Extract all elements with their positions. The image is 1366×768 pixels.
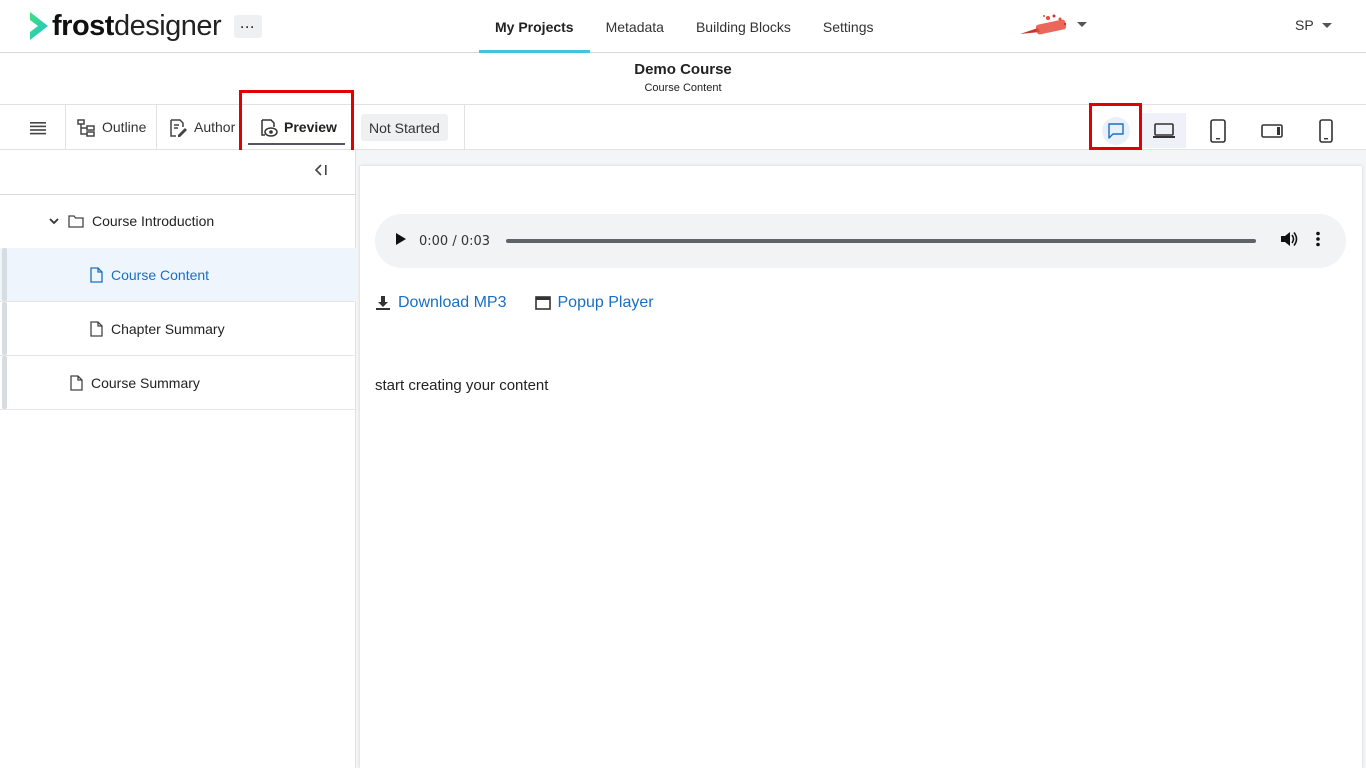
audio-links: Download MP3 Popup Player <box>375 294 654 312</box>
tree-item-bar <box>2 302 7 355</box>
more-vertical-icon[interactable] <box>1316 231 1320 252</box>
device-tablet-landscape-button[interactable] <box>1250 113 1294 148</box>
popup-player-link[interactable]: Popup Player <box>534 294 654 312</box>
phone-icon <box>1319 118 1333 143</box>
tab-outline-label: Outline <box>102 119 147 135</box>
nav-settings[interactable]: Settings <box>807 0 890 53</box>
collapse-sidebar-button[interactable] <box>313 163 329 180</box>
frost-chevron-icon <box>30 12 48 40</box>
course-title-bar: Demo Course Course Content <box>0 53 1366 105</box>
tab-outline[interactable]: Outline <box>66 105 158 150</box>
organization-logo[interactable] <box>1018 10 1074 38</box>
tree-item-label: Course Summary <box>91 374 200 391</box>
user-menu[interactable]: SP <box>1295 17 1332 33</box>
device-laptop-button[interactable] <box>1142 113 1186 148</box>
tree-item-bar <box>2 248 7 301</box>
popup-window-icon <box>534 296 551 310</box>
tree-item-course-introduction[interactable]: Course Introduction <box>0 194 356 248</box>
page-icon <box>90 266 103 283</box>
org-dropdown-caret-icon[interactable] <box>1077 22 1087 27</box>
folder-icon <box>68 214 84 228</box>
page-icon <box>70 374 83 391</box>
frost-designer-logo[interactable]: frostdesigner <box>28 8 222 44</box>
volume-icon[interactable] <box>1280 231 1298 252</box>
tablet-icon <box>1210 118 1226 143</box>
hamburger-icon <box>29 121 46 134</box>
nav-metadata[interactable]: Metadata <box>590 0 680 53</box>
tree-item-course-content[interactable]: Course Content <box>0 248 356 302</box>
logo-text: frostdesigner <box>52 10 222 42</box>
nav-my-projects[interactable]: My Projects <box>479 0 590 53</box>
menu-toggle-button[interactable] <box>10 105 66 150</box>
audio-time: 0:00 / 0:03 <box>419 233 491 249</box>
audio-player[interactable]: 0:00 / 0:03 <box>375 214 1346 268</box>
tree-item-course-summary[interactable]: Course Summary <box>0 356 356 410</box>
tree-item-chapter-summary[interactable]: Chapter Summary <box>0 302 356 356</box>
nav-building-blocks[interactable]: Building Blocks <box>680 0 807 53</box>
device-phone-button[interactable] <box>1304 113 1348 148</box>
status-badge[interactable]: Not Started <box>361 114 448 141</box>
laptop-icon <box>1153 122 1175 138</box>
tree-item-bar <box>2 356 7 409</box>
collapse-left-icon <box>314 164 327 176</box>
course-title: Demo Course <box>634 61 732 78</box>
toolbar-divider <box>464 105 465 150</box>
outline-tree-icon <box>77 118 95 137</box>
tab-author-label: Author <box>194 119 236 135</box>
page-icon <box>90 320 103 337</box>
user-initials: SP <box>1295 17 1314 33</box>
download-mp3-label: Download MP3 <box>398 294 507 311</box>
tab-author[interactable]: Author <box>158 105 245 150</box>
device-tablet-button[interactable] <box>1196 113 1240 148</box>
author-edit-icon <box>170 118 187 137</box>
tablet-landscape-icon <box>1261 123 1283 138</box>
course-subtitle: Course Content <box>644 82 722 94</box>
tree-item-label: Course Introduction <box>92 213 215 229</box>
content-body-text: start creating your content <box>375 377 549 394</box>
popup-player-label: Popup Player <box>557 294 654 311</box>
main-nav: My Projects Metadata Building Blocks Set… <box>479 0 890 53</box>
audio-progress-slider[interactable] <box>506 239 1257 243</box>
download-mp3-link[interactable]: Download MP3 <box>375 294 507 312</box>
tree-item-label: Chapter Summary <box>111 320 225 337</box>
chevron-down-icon[interactable] <box>48 215 60 227</box>
comments-button-highlight <box>1089 103 1142 150</box>
download-icon <box>376 296 390 310</box>
top-navbar: frostdesigner ··· My Projects Metadata B… <box>0 0 1366 53</box>
preview-content-panel: 0:00 / 0:03 Download MP3 Popup Player st… <box>360 166 1362 768</box>
play-icon[interactable] <box>395 232 407 251</box>
course-tree-sidebar: Course Introduction Course Content Chapt… <box>0 150 356 768</box>
user-dropdown-caret-icon <box>1321 22 1332 28</box>
more-options-button[interactable]: ··· <box>234 15 262 38</box>
tree-item-label: Course Content <box>111 266 210 283</box>
